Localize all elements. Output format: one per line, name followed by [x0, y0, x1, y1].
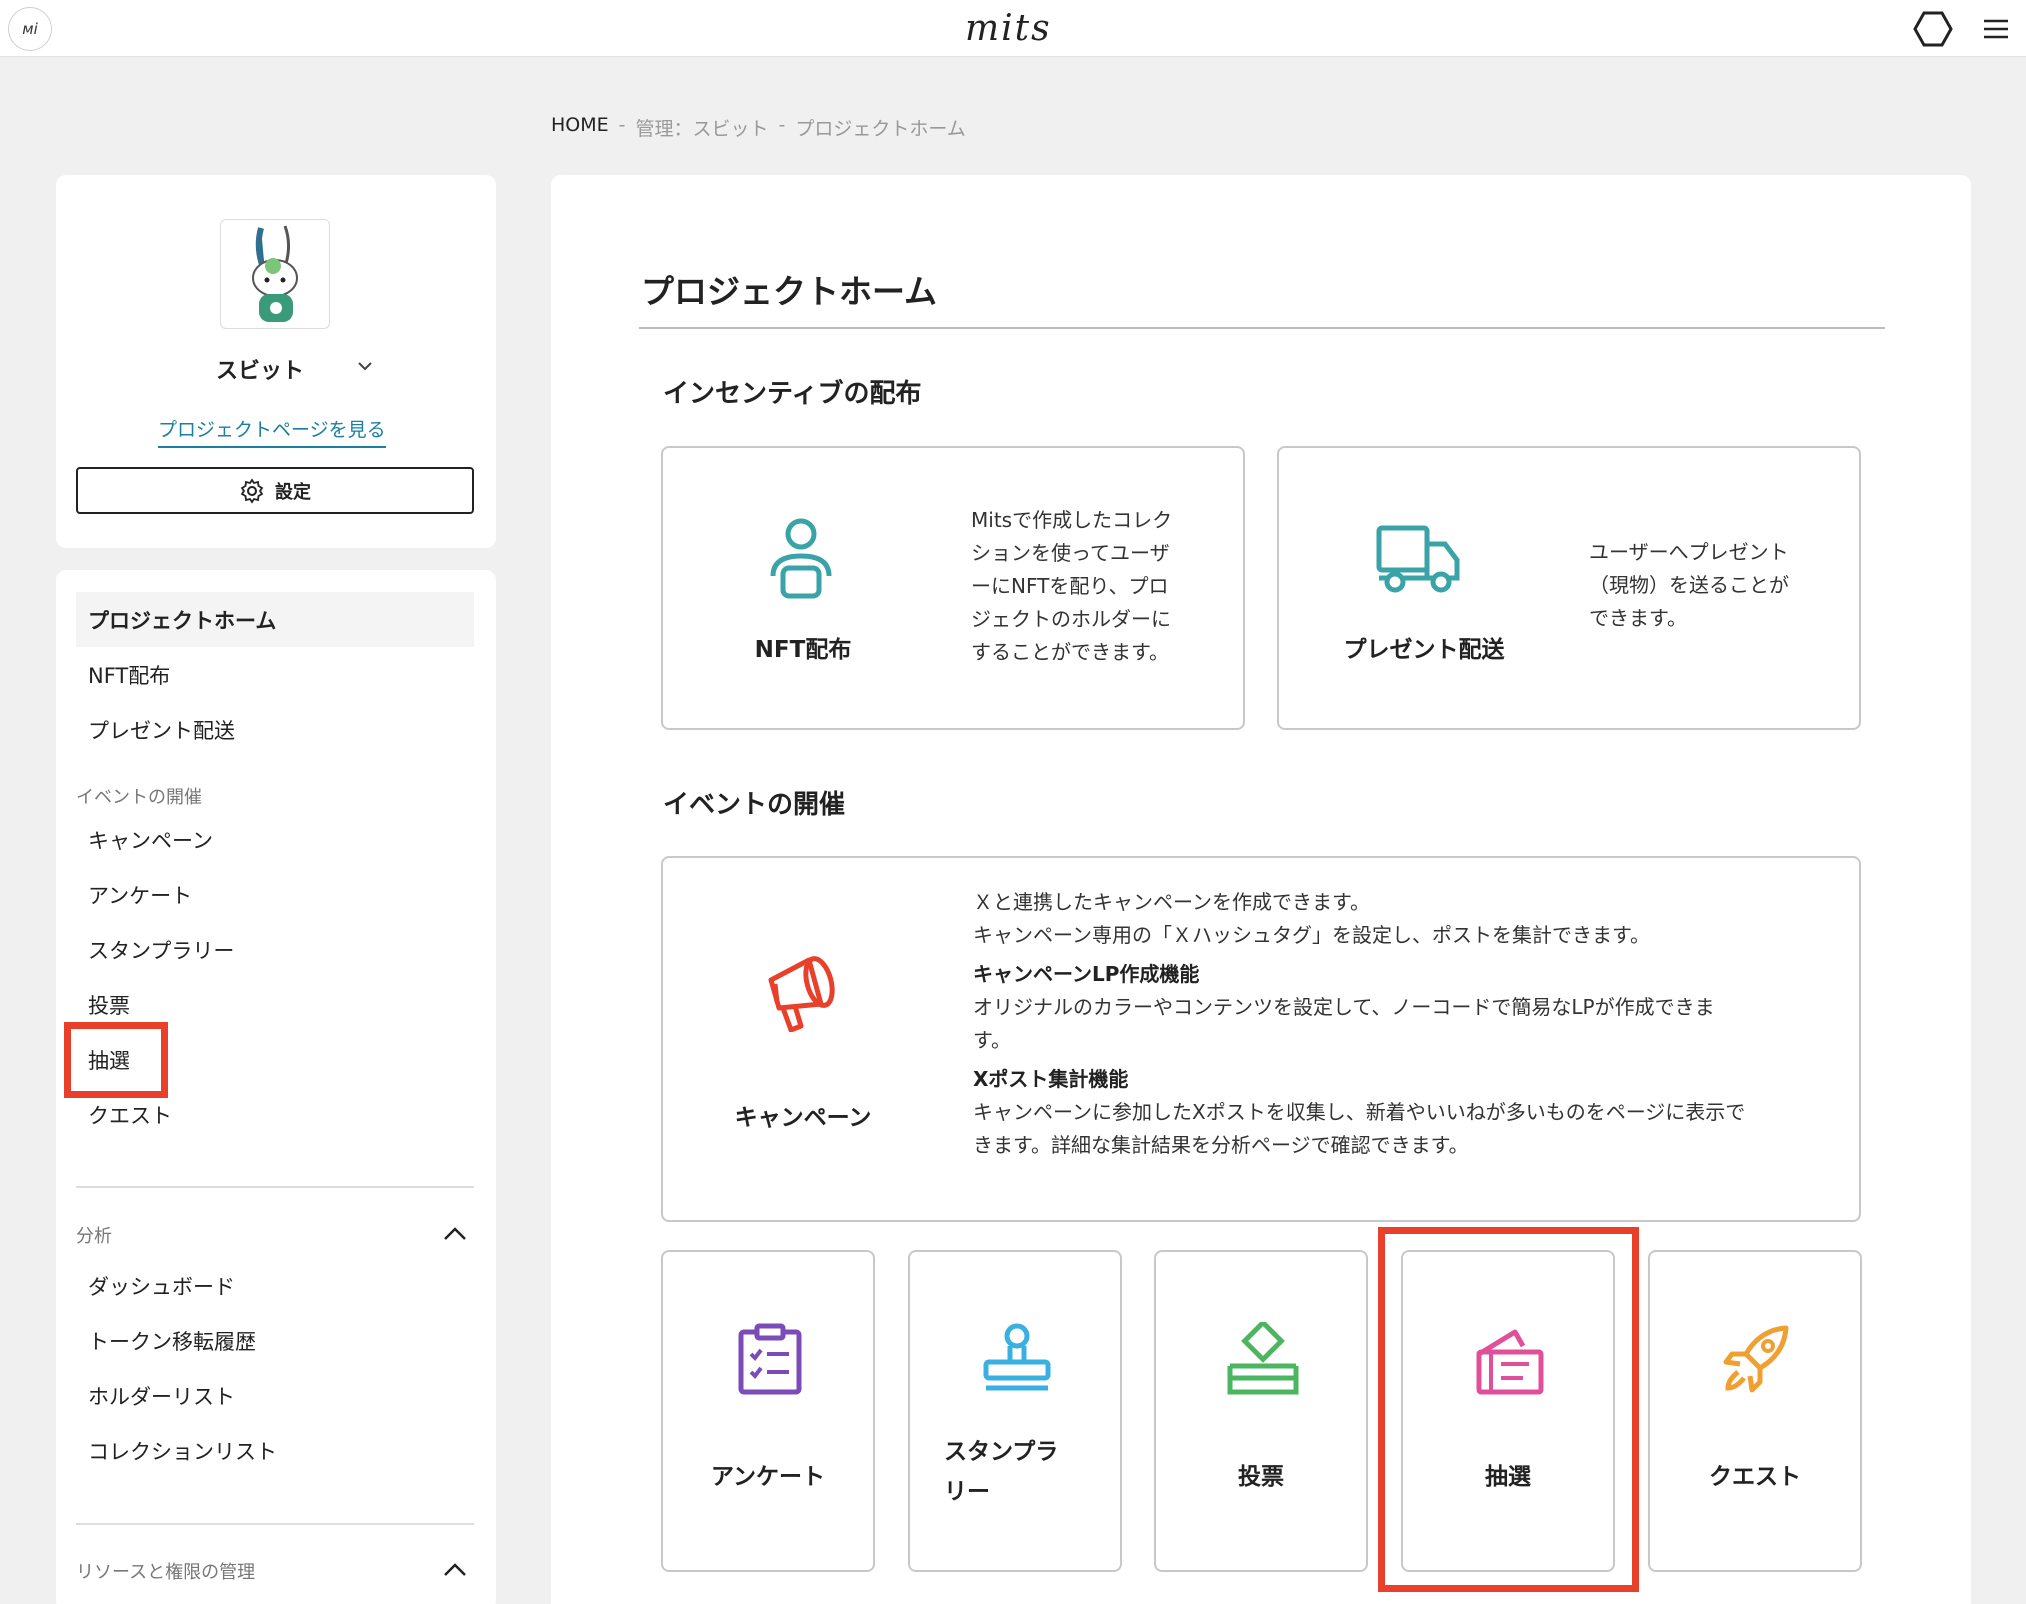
- description-line: キャンペーン専用の「Ｘハッシュタグ」を設定し、ポストを集計できます。: [973, 923, 1650, 947]
- sidebar-item-nft[interactable]: NFT配布: [76, 647, 474, 702]
- description-line: できます。: [1589, 606, 1687, 630]
- survey-tile[interactable]: アンケート: [661, 1250, 875, 1572]
- description-line: オリジナルのカラーやコンテンツを設定して、ノーコードで簡易なLPが作成できま: [973, 995, 1715, 1019]
- hamburger-menu-icon[interactable]: [1981, 14, 2011, 44]
- description-line: Ｘと連携したキャンペーンを作成できます。: [973, 890, 1370, 914]
- clipboard-checklist-icon: [738, 1323, 802, 1395]
- description-line: することができます。: [971, 640, 1169, 664]
- title-divider: [639, 327, 1885, 329]
- breadcrumb-separator: -: [778, 114, 786, 136]
- vote-tile[interactable]: 投票: [1154, 1250, 1368, 1572]
- description-line: す。: [973, 1028, 1011, 1052]
- section-title-events: イベントの開催: [663, 790, 846, 820]
- vote-tile-label: 投票: [1238, 1464, 1284, 1490]
- breadcrumb: HOME - 管理：スビット - プロジェクトホーム: [551, 114, 966, 141]
- description-line: ーにNFTを配り、プロ: [971, 574, 1169, 598]
- sidebar-section-resources: リソースと権限の管理: [76, 1562, 256, 1583]
- description-line: ジェクトのホルダーに: [971, 607, 1171, 631]
- sidebar-item-collection-list[interactable]: コレクションリスト: [76, 1423, 474, 1478]
- chevron-down-icon[interactable]: [354, 355, 376, 377]
- nft-tile-description: Mitsで作成したコレク ションを使ってユーザ ーにNFTを配り、プロ ジェクト…: [971, 504, 1221, 669]
- page-title: プロジェクトホーム: [641, 272, 938, 311]
- present-delivery-tile[interactable]: プレゼント配送 ユーザーへプレゼント （現物）を送ることが できます。: [1277, 446, 1861, 730]
- settings-label: 設定: [275, 481, 311, 503]
- present-tile-label: プレゼント配送: [1343, 637, 1505, 663]
- breadcrumb-separator: -: [618, 114, 626, 136]
- campaign-tile[interactable]: キャンペーン Ｘと連携したキャンペーンを作成できます。 キャンペーン専用の「Ｘハ…: [661, 856, 1861, 1222]
- sidebar-item-token-history[interactable]: トークン移転履歴: [76, 1313, 474, 1368]
- stamp-icon: [983, 1323, 1051, 1391]
- sidebar-nav: プロジェクトホーム NFT配布 プレゼント配送 イベントの開催 キャンペーン ア…: [56, 570, 496, 1604]
- project-page-link[interactable]: プロジェクトページを見る: [158, 415, 386, 448]
- label-line: スタンプラ: [944, 1439, 1059, 1465]
- project-name: スビット: [216, 359, 305, 384]
- sidebar-item-dashboard[interactable]: ダッシュボード: [76, 1258, 474, 1313]
- divider: [76, 1186, 474, 1188]
- stamp-rally-tile[interactable]: スタンプラ リー: [908, 1250, 1122, 1572]
- megaphone-icon: [768, 956, 835, 1032]
- sidebar-item-present[interactable]: プレゼント配送: [76, 702, 474, 757]
- main-content-card: プロジェクトホーム インセンティブの配布 NFT配布 Mitsで作成したコレク …: [551, 175, 1971, 1604]
- feature-title: キャンペーンLP作成機能: [973, 962, 1200, 986]
- sidebar-item-stamp-rally[interactable]: スタンプラリー: [76, 922, 474, 977]
- sidebar-section-analysis: 分析: [76, 1226, 112, 1247]
- label-line: リー: [944, 1479, 990, 1505]
- highlight-box-lottery-tile: [1378, 1227, 1639, 1592]
- breadcrumb-current: プロジェクトホーム: [795, 118, 966, 140]
- divider: [76, 1523, 474, 1525]
- sidebar-item-campaign[interactable]: キャンペーン: [76, 812, 474, 867]
- present-tile-description: ユーザーへプレゼント （現物）を送ることが できます。: [1589, 536, 1839, 635]
- description-line: ユーザーへプレゼント: [1589, 540, 1789, 564]
- breadcrumb-home[interactable]: HOME: [551, 114, 609, 141]
- mits-logo[interactable]: mits: [965, 8, 1052, 49]
- nft-tile-label: NFT配布: [754, 637, 852, 663]
- description-line: キャンペーンに参加したXポストを収集し、新着やいいねが多いものをページに表示で: [973, 1100, 1746, 1124]
- gear-icon: [240, 477, 264, 504]
- campaign-tile-label: キャンペーン: [734, 1105, 872, 1131]
- breadcrumb-admin[interactable]: 管理：スビット: [636, 114, 769, 141]
- chevron-up-icon[interactable]: [441, 1220, 469, 1248]
- ballot-box-icon: [1227, 1322, 1299, 1395]
- chevron-up-icon[interactable]: [441, 1556, 469, 1584]
- highlight-box-sidebar-lottery: [64, 1022, 168, 1098]
- rocket-icon: [1723, 1325, 1789, 1393]
- quest-tile-label: クエスト: [1709, 1464, 1801, 1490]
- sidebar-item-survey[interactable]: アンケート: [76, 867, 474, 922]
- section-title-incentive: インセンティブの配布: [663, 379, 922, 409]
- stamp-rally-tile-label: スタンプラ リー: [944, 1432, 1154, 1512]
- user-avatar[interactable]: мi: [8, 7, 52, 51]
- description-line: （現物）を送ることが: [1589, 573, 1789, 597]
- sidebar-section-events: イベントの開催: [76, 787, 202, 808]
- feature-title: Xポスト集計機能: [973, 1067, 1129, 1091]
- description-line: ションを使ってユーザ: [971, 541, 1170, 565]
- delivery-truck-icon: [1376, 525, 1460, 593]
- sidebar-item-project-home[interactable]: プロジェクトホーム: [76, 592, 474, 647]
- wallet-hexagon-icon[interactable]: [1913, 9, 1953, 49]
- sidebar-item-holder-list[interactable]: ホルダーリスト: [76, 1368, 474, 1423]
- survey-tile-label: アンケート: [710, 1464, 826, 1490]
- description-line: きます。詳細な集計結果を分析ページで確認できます。: [973, 1133, 1469, 1157]
- nft-distribution-tile[interactable]: NFT配布 Mitsで作成したコレク ションを使ってユーザ ーにNFTを配り、プ…: [661, 446, 1245, 730]
- top-bar: мi mits: [0, 0, 2026, 57]
- project-profile-card: スビット プロジェクトページを見る 設定: [56, 175, 496, 548]
- campaign-tile-description: Ｘと連携したキャンペーンを作成できます。 キャンペーン専用の「Ｘハッシュタグ」を…: [973, 886, 1833, 1162]
- quest-tile[interactable]: クエスト: [1648, 1250, 1862, 1572]
- user-card-icon: [770, 518, 832, 599]
- settings-button[interactable]: 設定: [76, 467, 474, 514]
- project-mascot-image: [220, 219, 330, 329]
- description-line: Mitsで作成したコレク: [971, 508, 1173, 532]
